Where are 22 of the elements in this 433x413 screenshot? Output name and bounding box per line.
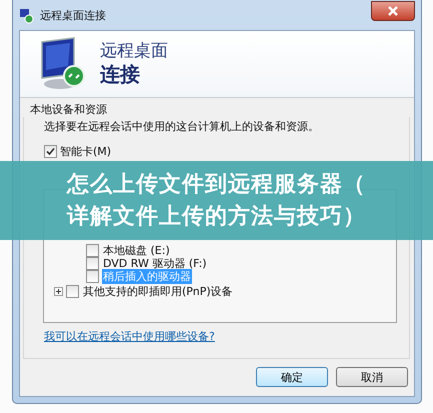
checkbox[interactable]: [66, 285, 79, 298]
description-text: 选择要在远程会话中使用的这台计算机上的设备和资源。: [44, 119, 320, 134]
group-title: 本地设备和资源: [30, 102, 108, 117]
tree-item[interactable]: 本地磁盘 (E:): [102, 243, 171, 258]
checkbox[interactable]: [44, 145, 57, 158]
window-title: 远程桌面连接: [40, 8, 107, 22]
close-button[interactable]: [371, 1, 415, 21]
tree-item[interactable]: 其他支持的即插即用(PnP)设备: [82, 284, 234, 299]
dialog-button[interactable]: 确定: [256, 367, 328, 387]
tree-item[interactable]: DVD RW 驱动器 (F:): [102, 256, 208, 271]
checkbox[interactable]: [86, 270, 99, 283]
help-link[interactable]: 我可以在远程会话中使用哪些设备?: [44, 329, 397, 344]
checkbox-label: 智能卡(M): [60, 144, 112, 159]
header-title: 远程桌面: [100, 41, 168, 61]
checkbox[interactable]: [86, 244, 99, 257]
dialog-button[interactable]: 取消: [336, 367, 408, 387]
close-icon: [387, 6, 399, 16]
banner-title: 怎么上传文件到远程服务器（: [67, 170, 366, 198]
expand-icon[interactable]: [54, 287, 63, 296]
header-subtitle: 连接: [100, 61, 141, 87]
checkbox[interactable]: [86, 257, 99, 270]
banner-title: 详解文件上传的方法与技巧）: [67, 202, 366, 230]
